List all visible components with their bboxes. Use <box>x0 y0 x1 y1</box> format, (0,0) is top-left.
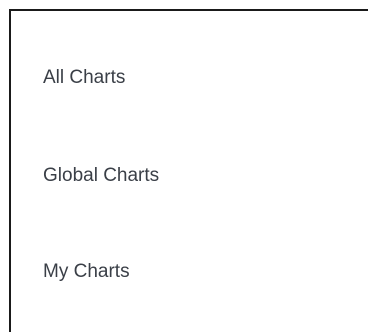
menu-item-my-charts[interactable]: My Charts <box>43 260 130 284</box>
chart-filter-menu: All Charts Global Charts My Charts <box>9 9 368 332</box>
menu-item-all-charts[interactable]: All Charts <box>43 66 125 90</box>
menu-item-global-charts[interactable]: Global Charts <box>43 164 159 188</box>
